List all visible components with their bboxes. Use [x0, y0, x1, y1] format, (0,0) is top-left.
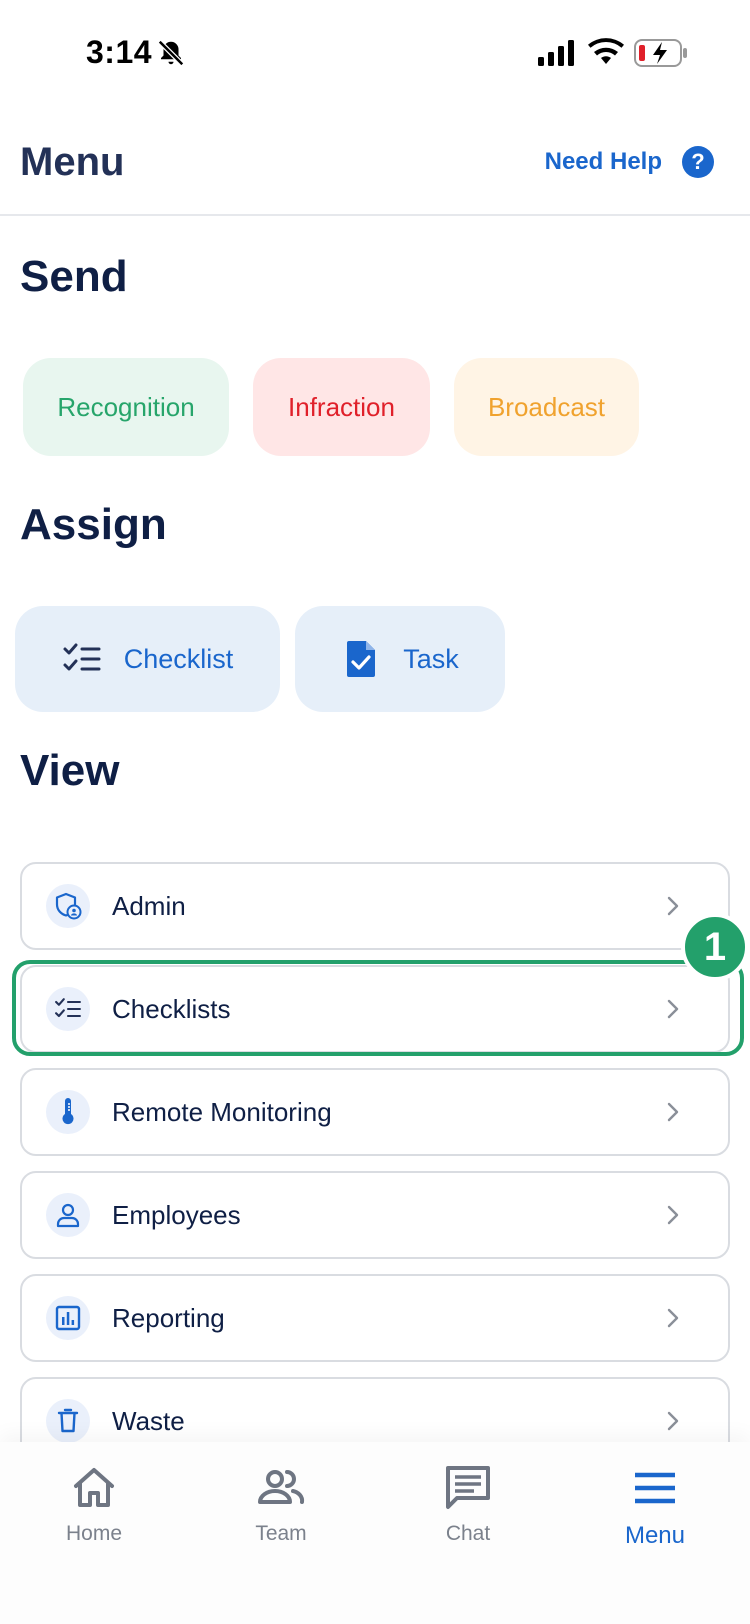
- item-icon-bg: [46, 1193, 90, 1237]
- bar-chart-icon: [55, 1305, 81, 1331]
- battery-charging-icon: [634, 39, 687, 67]
- nav-home[interactable]: Home: [24, 1462, 164, 1546]
- task-document-icon: [347, 641, 376, 677]
- need-help-link[interactable]: Need Help ?: [545, 146, 714, 178]
- status-bar: 3:14: [0, 0, 750, 110]
- list-item-label: Employees: [112, 1199, 241, 1230]
- home-icon: [74, 1468, 114, 1507]
- chevron-right-icon: [667, 1308, 679, 1328]
- assign-section-title: Assign: [20, 500, 167, 549]
- nav-label: Team: [255, 1522, 307, 1545]
- list-item-label: Reporting: [112, 1302, 225, 1333]
- list-item-remote-monitoring[interactable]: Remote Monitoring: [20, 1068, 730, 1156]
- bell-off-icon: [157, 39, 185, 67]
- list-item-reporting[interactable]: Reporting: [20, 1274, 730, 1362]
- nav-label: Chat: [445, 1522, 491, 1545]
- infraction-button[interactable]: Infraction: [253, 358, 430, 456]
- checklist-icon: [63, 643, 101, 671]
- help-icon[interactable]: ?: [682, 146, 714, 178]
- broadcast-button[interactable]: Broadcast: [454, 358, 639, 456]
- list-item-admin[interactable]: Admin: [20, 862, 730, 950]
- team-icon: [258, 1470, 305, 1504]
- item-icon-bg: [46, 1296, 90, 1340]
- assign-task-button[interactable]: Task: [295, 606, 505, 712]
- cellular-signal-icon: [538, 40, 574, 66]
- view-section-title: View: [20, 746, 120, 795]
- chat-icon: [446, 1466, 490, 1509]
- person-icon: [56, 1203, 80, 1228]
- send-section-title: Send: [20, 252, 128, 301]
- header: Menu Need Help ?: [0, 110, 750, 216]
- nav-menu[interactable]: Menu: [585, 1462, 725, 1550]
- list-item-label: Remote Monitoring: [112, 1096, 332, 1127]
- recognition-button[interactable]: Recognition: [23, 358, 229, 456]
- assign-checklist-button[interactable]: Checklist: [15, 606, 280, 712]
- page-title: Menu: [20, 140, 125, 184]
- chevron-right-icon: [667, 896, 679, 916]
- item-icon-bg: [46, 884, 90, 928]
- assign-task-label: Task: [403, 643, 459, 674]
- checklists-highlight-outline: [12, 960, 744, 1056]
- assign-checklist-label: Checklist: [123, 643, 234, 674]
- list-item-label: Waste: [112, 1405, 185, 1436]
- bottom-navigation: Home Team Chat Menu: [0, 1442, 750, 1624]
- nav-chat[interactable]: Chat: [398, 1462, 538, 1546]
- chevron-right-icon: [667, 1411, 679, 1431]
- status-time: 3:14: [86, 34, 153, 70]
- chevron-right-icon: [667, 1205, 679, 1225]
- wifi-icon: [588, 38, 624, 64]
- need-help-label: Need Help: [544, 148, 662, 175]
- list-item-label: Admin: [112, 890, 186, 921]
- trash-icon: [57, 1408, 79, 1433]
- thermometer-icon: [62, 1098, 74, 1125]
- menu-icon: [635, 1472, 675, 1504]
- nav-label: Home: [65, 1522, 123, 1545]
- item-icon-bg: [46, 1399, 90, 1443]
- list-item-employees[interactable]: Employees: [20, 1171, 730, 1259]
- chevron-right-icon: [667, 1102, 679, 1122]
- step-number-badge: 1: [681, 913, 749, 981]
- nav-team[interactable]: Team: [211, 1462, 351, 1546]
- item-icon-bg: [46, 1090, 90, 1134]
- nav-label: Menu: [624, 1522, 686, 1549]
- admin-shield-icon: [55, 892, 82, 920]
